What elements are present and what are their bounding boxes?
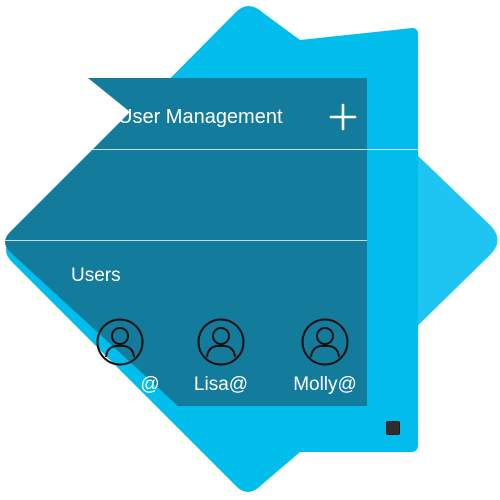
divider-bottom bbox=[0, 240, 367, 241]
section-label-users: Users bbox=[71, 265, 121, 286]
user-card[interactable]: @ bbox=[70, 318, 170, 398]
user-card[interactable]: Molly@ bbox=[275, 318, 375, 398]
panel-title: User Management bbox=[118, 106, 283, 128]
resize-handle[interactable] bbox=[386, 421, 400, 435]
user-name: Molly@ bbox=[293, 374, 357, 395]
logo-graphic: User Management Users @ Lisa@ Molly@ bbox=[0, 0, 500, 500]
panel-header: User Management bbox=[52, 96, 367, 140]
user-name: Lisa@ bbox=[193, 374, 249, 395]
user-avatar-icon bbox=[301, 318, 349, 366]
user-card[interactable]: Lisa@ bbox=[171, 318, 271, 398]
user-avatar-icon bbox=[197, 318, 245, 366]
divider-top bbox=[60, 149, 500, 150]
users-icon bbox=[53, 96, 98, 137]
add-user-button[interactable] bbox=[328, 102, 358, 132]
user-avatar-icon bbox=[96, 318, 144, 366]
